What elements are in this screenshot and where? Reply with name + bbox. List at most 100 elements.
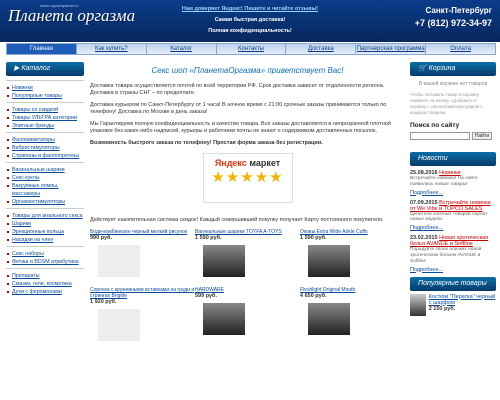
cart-icon: 🛒 — [418, 65, 429, 72]
cart-note: Чтобы положить товар в корзину, нажмите … — [410, 92, 483, 115]
catalog-link[interactable]: Товары УЛЬТРА категории — [6, 114, 84, 122]
popular-item[interactable]: Костюм "Пиратка" черный с шарфом 2 150 р… — [410, 293, 496, 316]
product-grid: Боди-комбинезон черный мелкий рисунок 990… — [90, 229, 405, 345]
product-image[interactable] — [308, 303, 350, 335]
catalog-link[interactable]: Смазки, гели, косметика — [6, 280, 84, 288]
product-card: Оковы Extra Wide Ankle Cuffs 1 590 руб. — [300, 229, 405, 287]
product-price: 599 руб. — [195, 293, 217, 299]
catalog-link[interactable]: Вакуумные помпы, массажеры — [6, 182, 84, 198]
news-item: 25.08.2016 Новинки Встречайте новинки! На… — [410, 170, 496, 196]
catalog-link[interactable]: Секс наборы — [6, 250, 84, 258]
catalog-link[interactable]: Товары со скидкой — [6, 106, 84, 114]
header: Планета оргазма www.orgazmplanet.ru Нам … — [0, 0, 500, 42]
logo-subtitle: www.orgazmplanet.ru — [40, 3, 79, 8]
news-heading: Новости — [410, 152, 496, 166]
courier-text: Доставка курьером по Санкт-Петербургу от… — [90, 102, 387, 115]
catalog-list: Новинки Популярные товары Товары со скидко… — [6, 80, 84, 298]
rating-stars-icon: ★★★★★ — [211, 169, 284, 186]
catalog-title: Каталог — [21, 65, 51, 72]
search-form: Найти — [410, 132, 496, 140]
promo-confidentiality: Полная конфиденциальность! — [208, 28, 292, 34]
delivery-text: Доставка товара осуществляется почтой по… — [90, 83, 385, 96]
left-sidebar: ▶ Каталог Новинки Популярные товары Товары… — [6, 62, 84, 298]
catalog-link[interactable]: Эрекционные кольца — [6, 228, 84, 236]
nav-partner-program[interactable]: Партнерская программа — [356, 44, 427, 54]
right-sidebar: 🛒 Корзина В вашей корзине нет товаров Чт… — [410, 62, 496, 316]
city-name: Санкт-Петербург — [425, 6, 493, 15]
catalog-link[interactable]: Товары для анального секса — [6, 212, 84, 220]
product-card: Боди-комбинезон черный мелкий рисунок 990… — [90, 229, 195, 287]
catalog-link[interactable]: Элитные бренды — [6, 122, 84, 130]
news-more-link[interactable]: Подробнее... — [410, 267, 496, 273]
product-image[interactable] — [98, 309, 140, 341]
phone-number[interactable]: +7 (812) 972-34-97 — [415, 18, 492, 28]
nav-delivery[interactable]: Доставка — [286, 44, 357, 54]
site-logo[interactable]: Планета оргазма — [8, 6, 135, 26]
catalog-group: Вагинальные шарики Секс куклы Вакуумные по… — [6, 162, 84, 208]
catalog-link[interactable]: Вагинальные шарики — [6, 166, 84, 174]
discount-text: Действует накопительная система скидок! … — [90, 217, 384, 223]
catalog-link[interactable]: Препараты — [6, 272, 84, 280]
nav-home[interactable]: Главная — [7, 44, 77, 54]
catalog-link[interactable]: Вибростимуляторы — [6, 144, 84, 152]
promo-block: Нам доверяет Яндекс! Пишите и читайте от… — [170, 4, 330, 37]
nav-contacts[interactable]: Контакты — [217, 44, 287, 54]
market-brand: маркет — [249, 158, 281, 168]
news-more-link[interactable]: Подробнее... — [410, 225, 496, 231]
catalog-group: Новинки Популярные товары — [6, 80, 84, 102]
search-input[interactable] — [410, 132, 470, 140]
quick-order-text: Возможность быстрого заказа по телефону!… — [90, 140, 323, 146]
product-price: 1 590 руб. — [195, 235, 222, 241]
yandex-market-badge[interactable]: Яндекс маркет ★★★★★ — [202, 153, 293, 203]
catalog-link[interactable]: Секс куклы — [6, 174, 84, 182]
product-image[interactable] — [98, 245, 140, 277]
nav-how-to-buy[interactable]: Как купить? — [77, 44, 147, 54]
product-card: Вагинальные шарики TOYFA A-TOYS 1 590 руб… — [195, 229, 300, 287]
contact-block: Санкт-Петербург +7 (812) 972-34-97 — [415, 6, 492, 28]
catalog-heading: ▶ Каталог — [6, 62, 84, 76]
cart-heading[interactable]: 🛒 Корзина — [410, 62, 496, 76]
catalog-link[interactable]: Популярные товары — [6, 92, 84, 100]
nav-payment[interactable]: Оплата — [426, 44, 495, 54]
catalog-link[interactable]: Оргазмостимуляторы — [6, 198, 84, 206]
news-text: Встречайте новинки! На сайте появились н… — [410, 176, 478, 187]
news-text: Порадуйте своих близких новой эротически… — [410, 247, 482, 264]
catalog-link[interactable]: Шарики — [6, 220, 84, 228]
yandex-brand: Яндекс — [214, 158, 247, 168]
popular-item-image[interactable] — [410, 293, 426, 316]
main-content: Секс шоп «ПланетаОргазма» приветствует В… — [90, 62, 405, 345]
welcome-heading: Секс шоп «ПланетаОргазма» приветствует В… — [151, 66, 344, 75]
popular-item-name[interactable]: Костюм "Пиратка" черный с шарфом — [429, 294, 496, 306]
catalog-group: Секс наборы Фетиш и BDSM атрибутика — [6, 246, 84, 268]
catalog-link[interactable]: Страпоны и фаллопротезы — [6, 152, 84, 160]
product-price: 990 руб. — [90, 235, 112, 241]
product-image[interactable] — [308, 245, 350, 277]
catalog-link[interactable]: Новинки — [6, 84, 84, 92]
news-text: Ценители элитных товаров оценят новые мо… — [410, 211, 488, 223]
product-image[interactable] — [203, 245, 245, 277]
product-card: Fleshlight Original Mouth 4 650 руб. — [300, 287, 405, 345]
search-title: Поиск по сайту — [410, 122, 460, 129]
catalog-group: Товары со скидкой Товары УЛЬТРА категории… — [6, 102, 84, 132]
product-card: Сорочка с кружевными вставками на груди … — [90, 287, 195, 345]
search-button[interactable]: Найти — [472, 132, 492, 140]
cart-title: Корзина — [428, 65, 456, 72]
promo-yandex-link[interactable]: Нам доверяет Яндекс! Пишите и читайте от… — [170, 4, 330, 15]
promo-fast-delivery: Самая быстрая доставка! — [214, 17, 286, 23]
nav-catalog[interactable]: Каталог — [147, 44, 217, 54]
catalog-group: Товары для анального секса Шарики Эрекцион… — [6, 208, 84, 246]
news-more-link[interactable]: Подробнее... — [410, 190, 496, 196]
catalog-link[interactable]: Фаллоимитаторы — [6, 136, 84, 144]
news-item: 23.02.2015 Новая эротическая белья AVANU… — [410, 235, 496, 272]
catalog-group: Фаллоимитаторы Вибростимуляторы Страпоны и… — [6, 132, 84, 162]
catalog-link[interactable]: Насадки на член — [6, 236, 84, 244]
catalog-link[interactable]: Духи с феромонами — [6, 288, 84, 296]
product-image[interactable] — [203, 303, 245, 335]
catalog-group: Препараты Смазки, гели, косметика Духи с ф… — [6, 268, 84, 298]
product-price: 1 920 руб. — [90, 299, 117, 305]
guarantee-text: Мы Гарантируем полную конфиденциальность… — [90, 121, 391, 134]
cart-empty-text: В вашей корзине нет товаров — [418, 81, 488, 87]
product-price: 1 590 руб. — [300, 235, 327, 241]
catalog-link[interactable]: Фетиш и BDSM атрибутика — [6, 258, 84, 266]
product-name[interactable]: Сорочка с кружевными вставками на груди … — [90, 287, 194, 299]
